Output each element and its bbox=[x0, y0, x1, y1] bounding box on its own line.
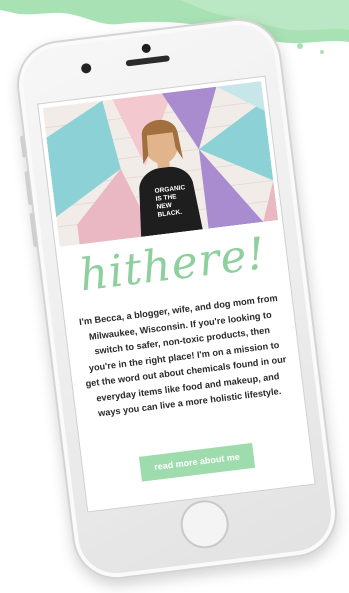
phone-screen: ORGANIC IS THE NEW BLACK. hithere! I'm B… bbox=[37, 75, 316, 513]
volume-down-button bbox=[29, 212, 38, 248]
volume-up-button bbox=[24, 171, 33, 206]
proximity-sensor bbox=[80, 62, 92, 74]
mute-switch bbox=[19, 135, 27, 158]
front-camera-icon bbox=[141, 43, 152, 54]
phone-mockup: ORGANIC IS THE NEW BLACK. hithere! I'm B… bbox=[11, 13, 343, 585]
bio-paragraph: I'm Becca, a blogger, wife, and dog mom … bbox=[78, 292, 287, 419]
read-more-button[interactable]: read more about me bbox=[138, 442, 256, 482]
earpiece-speaker bbox=[125, 55, 170, 67]
hero-photo: ORGANIC IS THE NEW BLACK. bbox=[42, 81, 279, 247]
home-button[interactable] bbox=[177, 497, 232, 552]
